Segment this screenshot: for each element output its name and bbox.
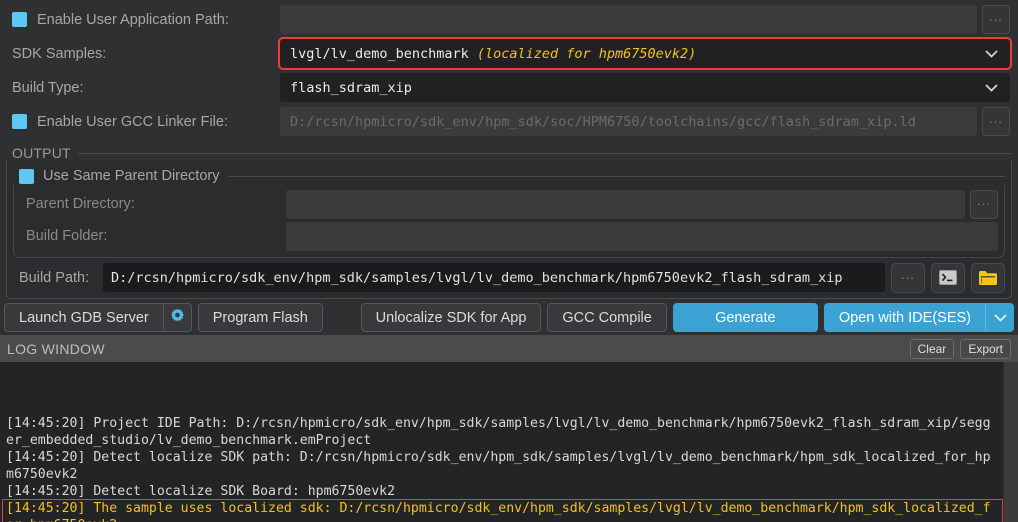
gcc-linker-file-input[interactable]: D:/rcsn/hpmicro/sdk_env/hpm_sdk/soc/HPM6… bbox=[280, 107, 977, 136]
log-window-header: LOG WINDOW Clear Export bbox=[0, 335, 1018, 362]
log-line: [14:45:20] Detect localize SDK Board: hp… bbox=[6, 483, 997, 500]
form-row-sdk-samples: SDK Samples: lvgl/lv_demo_benchmark (loc… bbox=[8, 37, 1012, 70]
action-toolbar: Launch GDB Server Program Flash Unlocali… bbox=[0, 303, 1018, 332]
configuration-form: Enable User Application Path: ... SDK Sa… bbox=[0, 0, 1018, 140]
open-terminal-button[interactable] bbox=[931, 262, 965, 293]
use-same-parent-directory-checkbox[interactable] bbox=[19, 168, 34, 184]
log-line: [14:45:20] The sample uses localized sdk… bbox=[6, 500, 997, 522]
gcc-compile-button[interactable]: GCC Compile bbox=[547, 303, 667, 332]
build-type-combobox[interactable]: flash_sdram_xip bbox=[280, 73, 1010, 102]
output-group-divider bbox=[77, 152, 1012, 154]
use-same-parent-directory-divider bbox=[228, 175, 1005, 177]
log-timestamp: [14:45:20] bbox=[6, 450, 86, 465]
form-row-build-folder: Build Folder: bbox=[20, 221, 998, 251]
program-flash-button[interactable]: Program Flash bbox=[197, 303, 323, 332]
parent-directory-browse-button[interactable]: ... bbox=[970, 189, 998, 219]
output-group-title: OUTPUT bbox=[12, 145, 71, 161]
form-row-parent-directory: Parent Directory: ... bbox=[20, 189, 998, 219]
open-folder-button[interactable] bbox=[971, 262, 1005, 293]
use-same-parent-directory-label: Use Same Parent Directory bbox=[43, 168, 220, 184]
sdk-samples-localized-note: (localized for hpm6750evk2) bbox=[476, 45, 697, 62]
open-with-ide-button[interactable]: Open with IDE(SES) bbox=[823, 303, 986, 332]
sdk-samples-label: SDK Samples: bbox=[12, 45, 107, 62]
output-group: OUTPUT Use Same Parent Directory Parent … bbox=[6, 145, 1012, 299]
user-application-path-input[interactable] bbox=[280, 5, 977, 34]
use-same-parent-directory-body: Parent Directory: ... Build Folder: bbox=[13, 185, 1005, 258]
log-message: Detect localize SDK Board: hpm6750evk2 bbox=[85, 484, 396, 499]
log-window-body[interactable]: [14:45:20] Project IDE Path: D:/rcsn/hpm… bbox=[0, 362, 1018, 522]
build-path-label: Build Path: bbox=[19, 269, 90, 286]
use-same-parent-directory-group: Use Same Parent Directory Parent Directo… bbox=[13, 167, 1005, 258]
parent-directory-input[interactable] bbox=[286, 189, 965, 219]
enable-user-gcc-linker-file-label: Enable User GCC Linker File: bbox=[37, 113, 228, 130]
log-timestamp: [14:45:20] bbox=[6, 484, 86, 499]
log-timestamp: [14:45:20] bbox=[6, 416, 86, 431]
chevron-down-icon bbox=[985, 83, 998, 92]
build-type-label-cell: Build Type: bbox=[8, 80, 280, 96]
build-path-browse-button[interactable]: ... bbox=[891, 262, 925, 293]
unlocalize-sdk-for-app-button[interactable]: Unlocalize SDK for App bbox=[360, 303, 542, 332]
log-message: Detect localize SDK path: D:/rcsn/hpmicr… bbox=[6, 450, 991, 482]
enable-user-application-path-checkbox[interactable] bbox=[12, 12, 27, 27]
log-line: [14:45:20] Project IDE Path: D:/rcsn/hpm… bbox=[6, 415, 997, 449]
output-group-body: Use Same Parent Directory Parent Directo… bbox=[6, 161, 1012, 299]
sdk-samples-combobox[interactable]: lvgl/lv_demo_benchmark (localized for hp… bbox=[278, 37, 1012, 70]
folder-icon bbox=[978, 270, 998, 286]
build-type-value: flash_sdram_xip bbox=[290, 79, 412, 96]
log-scrollbar[interactable] bbox=[1003, 362, 1018, 522]
log-timestamp: [14:45:20] bbox=[6, 501, 86, 516]
gcc-linker-file-label-cell: Enable User GCC Linker File: bbox=[8, 114, 280, 130]
export-log-button[interactable]: Export bbox=[960, 338, 1011, 359]
log-output-text: [14:45:20] Project IDE Path: D:/rcsn/hpm… bbox=[0, 362, 1003, 522]
form-row-gcc-linker-file: Enable User GCC Linker File: D:/rcsn/hpm… bbox=[8, 106, 1010, 137]
build-type-label: Build Type: bbox=[12, 79, 84, 96]
log-line: [14:45:20] Detect localize SDK path: D:/… bbox=[6, 449, 997, 483]
enable-user-gcc-linker-file-checkbox[interactable] bbox=[12, 114, 27, 129]
user-application-path-label-cell: Enable User Application Path: bbox=[8, 12, 280, 28]
log-message: The sample uses localized sdk: D:/rcsn/h… bbox=[6, 501, 991, 522]
log-window: LOG WINDOW Clear Export [14:45:20] Proje… bbox=[0, 335, 1018, 522]
parent-directory-label: Parent Directory: bbox=[26, 196, 135, 212]
form-row-build-path: Build Path: D:/rcsn/hpmicro/sdk_env/hpm_… bbox=[13, 262, 1005, 293]
gdb-settings-button[interactable] bbox=[162, 303, 192, 332]
launch-gdb-server-button[interactable]: Launch GDB Server bbox=[4, 303, 163, 332]
build-folder-label: Build Folder: bbox=[26, 228, 108, 244]
clear-log-button[interactable]: Clear bbox=[909, 338, 955, 359]
build-folder-input[interactable] bbox=[286, 221, 998, 251]
generate-button[interactable]: Generate bbox=[672, 303, 818, 332]
output-group-header: OUTPUT bbox=[6, 145, 1012, 161]
terminal-icon bbox=[939, 270, 957, 285]
gear-icon bbox=[170, 308, 185, 327]
sdk-samples-value: lvgl/lv_demo_benchmark bbox=[290, 45, 469, 62]
form-row-build-type: Build Type: flash_sdram_xip bbox=[8, 72, 1010, 103]
form-row-user-application-path: Enable User Application Path: ... bbox=[8, 4, 1010, 35]
chevron-down-icon bbox=[993, 310, 1007, 326]
log-message: Project IDE Path: D:/rcsn/hpmicro/sdk_en… bbox=[6, 416, 991, 448]
user-application-path-browse-button[interactable]: ... bbox=[982, 5, 1010, 34]
build-path-input[interactable]: D:/rcsn/hpmicro/sdk_env/hpm_sdk/samples/… bbox=[103, 263, 885, 292]
chevron-down-icon bbox=[985, 49, 998, 58]
use-same-parent-directory-header: Use Same Parent Directory bbox=[13, 167, 1005, 185]
sdk-env-tool-window: Enable User Application Path: ... SDK Sa… bbox=[0, 0, 1018, 522]
log-window-title: LOG WINDOW bbox=[7, 340, 105, 357]
open-with-ide-dropdown-button[interactable] bbox=[986, 303, 1014, 332]
sdk-samples-label-cell: SDK Samples: bbox=[8, 46, 280, 62]
enable-user-application-path-label: Enable User Application Path: bbox=[37, 11, 229, 28]
gcc-linker-file-browse-button[interactable]: ... bbox=[982, 107, 1010, 136]
